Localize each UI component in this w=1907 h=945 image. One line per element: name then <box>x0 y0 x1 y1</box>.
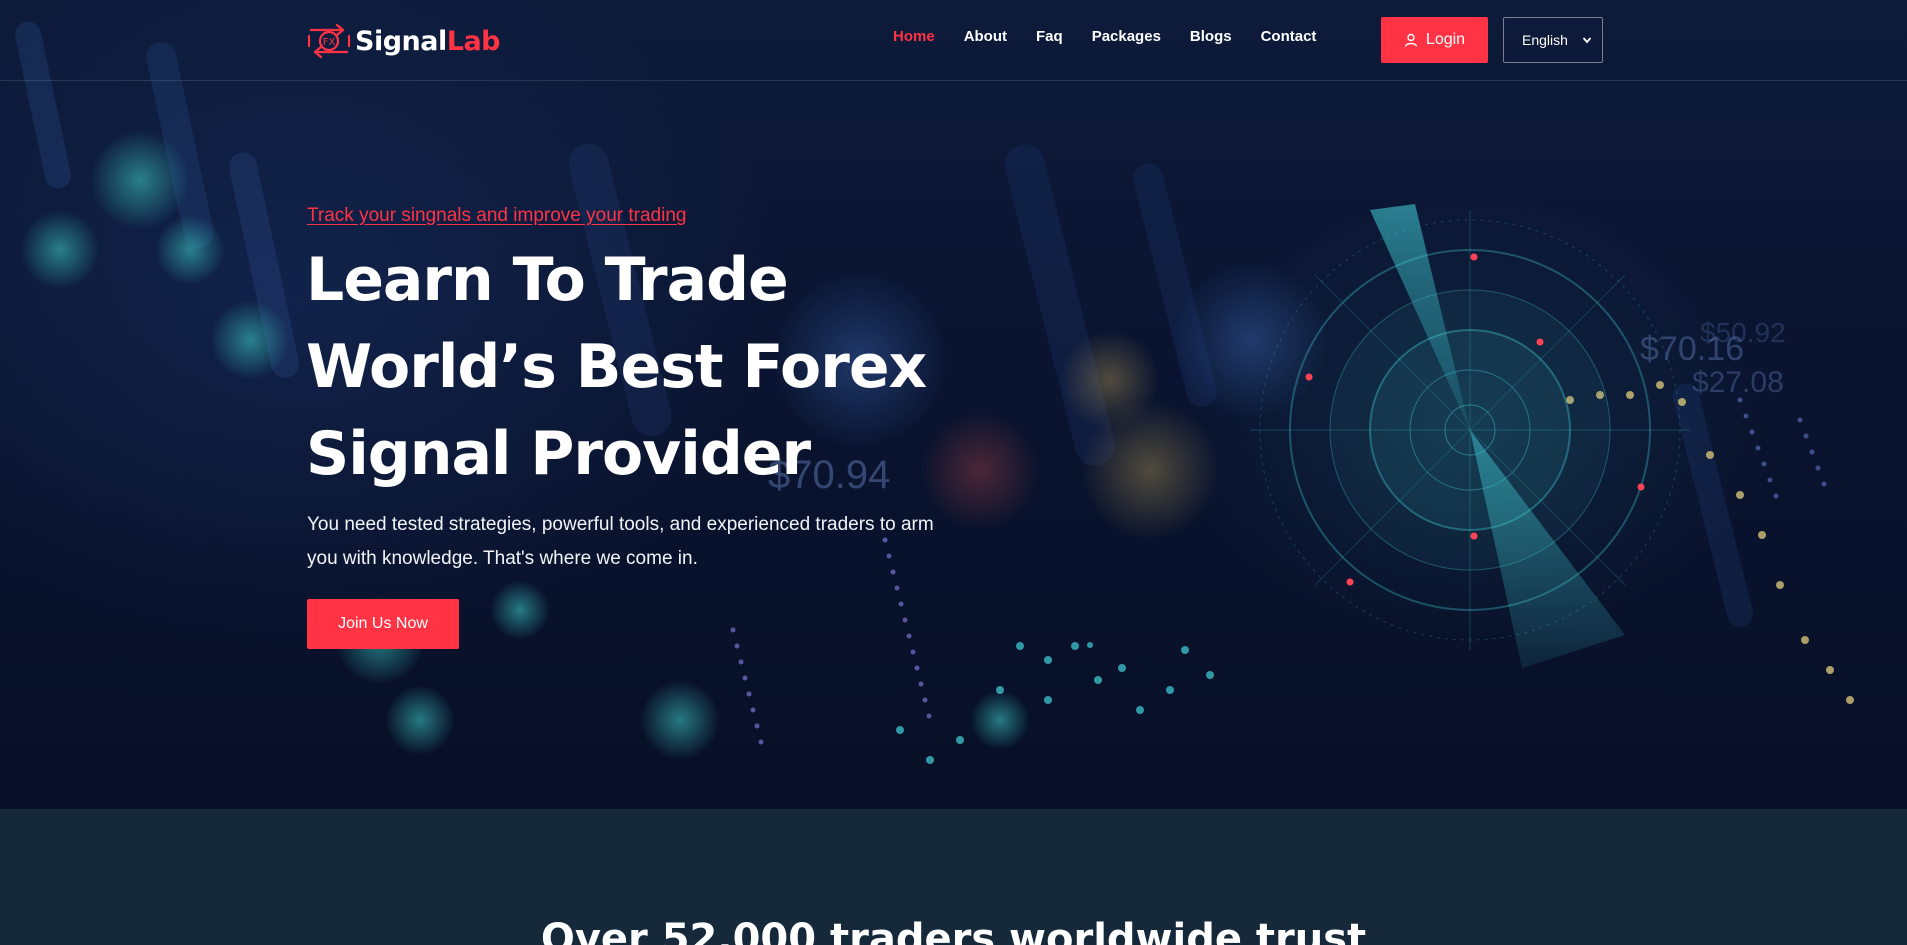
bg-figure-3: $27.08 <box>1692 366 1784 399</box>
user-icon <box>1404 33 1418 47</box>
hero-title: Learn To Trade World’s Best Forex Signal… <box>306 237 927 498</box>
brand-logo[interactable]: FX SignalLab <box>307 20 501 62</box>
language-value: English <box>1522 32 1568 48</box>
radar-illustration <box>1250 204 1690 668</box>
join-us-button[interactable]: Join Us Now <box>307 599 459 649</box>
hero-description: You need tested strategies, powerful too… <box>307 514 934 569</box>
chevron-down-icon <box>1582 37 1592 44</box>
main-nav: Home About Faq Packages Blogs Contact <box>893 28 1345 45</box>
bg-figure-4: $50.92 <box>1700 317 1786 348</box>
hero-title-line-3: Signal Provider <box>306 419 811 489</box>
nav-contact[interactable]: Contact <box>1261 28 1317 45</box>
nav-faq[interactable]: Faq <box>1036 28 1063 45</box>
nav-blogs[interactable]: Blogs <box>1190 28 1232 45</box>
hero-tagline-link[interactable]: Track your singnals and improve your tra… <box>307 205 686 227</box>
login-button[interactable]: Login <box>1381 17 1488 63</box>
trust-section: Over 52,000 traders worldwide trust <box>0 809 1907 945</box>
nav-home[interactable]: Home <box>893 28 935 45</box>
trust-heading: Over 52,000 traders worldwide trust <box>540 916 1367 945</box>
hero-title-line-2: World’s Best Forex <box>306 332 927 402</box>
hero-title-line-1: Learn To Trade <box>306 245 789 315</box>
fx-arrows-logo-icon: FX <box>307 23 351 59</box>
brand-name: SignalLab <box>355 25 501 57</box>
language-select[interactable]: English <box>1503 17 1603 63</box>
svg-text:FX: FX <box>323 37 336 48</box>
nav-packages[interactable]: Packages <box>1092 28 1161 45</box>
login-label: Login <box>1425 31 1466 48</box>
site-header: FX SignalLab Home About Faq Packages Blo… <box>0 0 1907 81</box>
nav-about[interactable]: About <box>964 28 1007 45</box>
hero-section: $70.94 $70.16 $27.08 $50.92 FX SignalLab… <box>0 0 1907 809</box>
